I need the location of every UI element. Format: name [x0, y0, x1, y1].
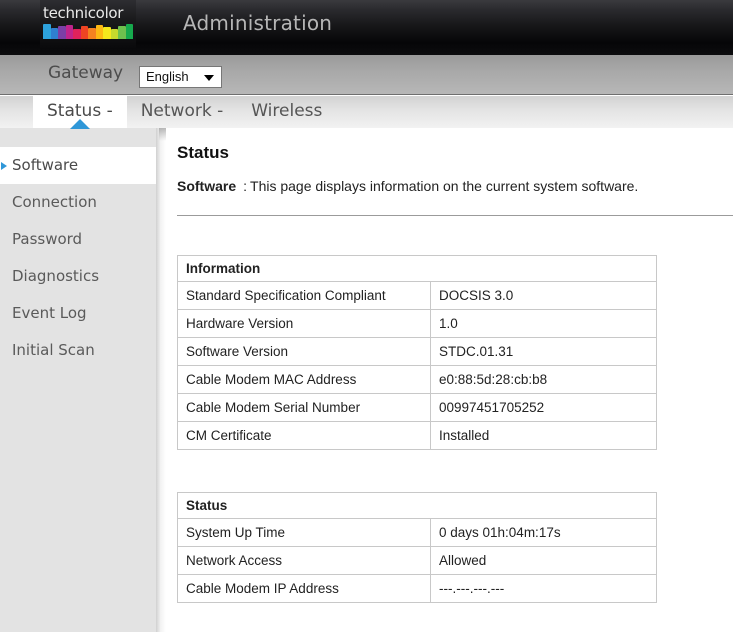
row-value: Installed — [430, 421, 657, 450]
row-value: STDC.01.31 — [430, 337, 657, 366]
information-table-header: Information — [177, 255, 657, 282]
row-value: Allowed — [429, 546, 658, 575]
sidebar-item-software[interactable]: Software — [0, 147, 156, 184]
page-subtitle-separator: : — [243, 178, 248, 194]
sidebar-edge-shadow — [156, 128, 166, 632]
sidebar-item-diagnostics[interactable]: Diagnostics — [0, 258, 156, 295]
row-label: System Up Time — [177, 518, 431, 547]
row-value: 0 days 01h:04m:17s — [429, 518, 658, 547]
chevron-down-icon — [204, 75, 214, 81]
tab-status[interactable]: Status - — [33, 96, 127, 129]
table-row: Network Access Allowed — [177, 546, 658, 575]
table-row: Cable Modem Serial Number 00997451705252 — [177, 393, 657, 422]
sidebar-item-password[interactable]: Password — [0, 221, 156, 258]
row-label: Cable Modem IP Address — [177, 574, 431, 603]
table-row: System Up Time 0 days 01h:04m:17s — [177, 518, 658, 547]
language-select[interactable]: English — [139, 66, 222, 88]
page-header-title: Administration — [183, 11, 333, 35]
table-row: Standard Specification Compliant DOCSIS … — [177, 281, 657, 310]
main-content: Status Software: This page displays infor… — [166, 128, 733, 632]
content-divider — [177, 215, 733, 216]
tab-wireless[interactable]: Wireless — [237, 96, 336, 128]
gateway-label: Gateway — [48, 63, 124, 83]
table-header-row: Information — [177, 255, 657, 282]
status-table: Status System Up Time 0 days 01h:04m:17s… — [176, 492, 658, 603]
row-value: DOCSIS 3.0 — [430, 281, 657, 310]
tab-network-label: Network - — [140, 101, 224, 121]
triangle-right-icon — [1, 162, 7, 170]
row-label: Cable Modem MAC Address — [177, 365, 431, 394]
row-value: ---.---.---.--- — [429, 574, 658, 603]
sidebar-item-password-label: Password — [12, 230, 83, 248]
admin-page: technicolor Administration Gateway Engli… — [0, 0, 733, 632]
page-title: Status — [177, 143, 229, 162]
row-value: 00997451705252 — [430, 393, 657, 422]
table-header-row: Status — [176, 492, 658, 519]
table-row: CM Certificate Installed — [177, 421, 657, 450]
sidebar-item-initial-scan[interactable]: Initial Scan — [0, 332, 156, 369]
language-select-value: English — [146, 69, 189, 84]
sidebar-item-connection[interactable]: Connection — [0, 184, 156, 221]
sidebar-item-diagnostics-label: Diagnostics — [12, 267, 100, 285]
row-label: Software Version — [177, 337, 431, 366]
page-subtitle: Software: This page displays information … — [177, 178, 638, 194]
main-tabs: Status - Network - Wireless — [33, 96, 336, 129]
technicolor-logo[interactable]: technicolor — [40, 0, 136, 48]
row-value: e0:88:5d:28:cb:b8 — [430, 365, 657, 394]
row-label: Network Access — [177, 546, 431, 575]
status-table-header: Status — [176, 492, 658, 519]
sidebar-item-initial-scan-label: Initial Scan — [12, 341, 95, 359]
row-label: Hardware Version — [177, 309, 431, 338]
row-label: Cable Modem Serial Number — [177, 393, 431, 422]
tab-wireless-label: Wireless — [251, 101, 323, 121]
gateway-bar: Gateway — [0, 55, 733, 95]
tab-network[interactable]: Network - — [127, 96, 238, 128]
sidebar-item-event-log[interactable]: Event Log — [0, 295, 156, 332]
top-header-bar: technicolor Administration — [0, 0, 733, 55]
page-subtitle-text: This page displays information on the cu… — [250, 178, 639, 194]
sidebar-item-event-log-label: Event Log — [12, 304, 87, 322]
tab-status-label: Status - — [47, 101, 113, 121]
table-row: Cable Modem MAC Address e0:88:5d:28:cb:b… — [177, 365, 657, 394]
logo-wordmark: technicolor — [43, 4, 124, 22]
sidebar-item-connection-label: Connection — [12, 193, 97, 211]
rainbow-logo-icon — [43, 24, 133, 39]
table-row: Cable Modem IP Address ---.---.---.--- — [177, 574, 658, 603]
table-row: Hardware Version 1.0 — [177, 309, 657, 338]
information-table: Information Standard Specification Compl… — [177, 255, 657, 450]
table-row: Software Version STDC.01.31 — [177, 337, 657, 366]
row-label: CM Certificate — [177, 421, 431, 450]
row-value: 1.0 — [430, 309, 657, 338]
page-subtitle-label: Software — [177, 178, 237, 194]
sidebar: Software Connection Password Diagnostics… — [0, 128, 156, 632]
sidebar-item-software-label: Software — [12, 156, 79, 174]
row-label: Standard Specification Compliant — [177, 281, 431, 310]
active-tab-triangle-icon — [69, 119, 90, 129]
